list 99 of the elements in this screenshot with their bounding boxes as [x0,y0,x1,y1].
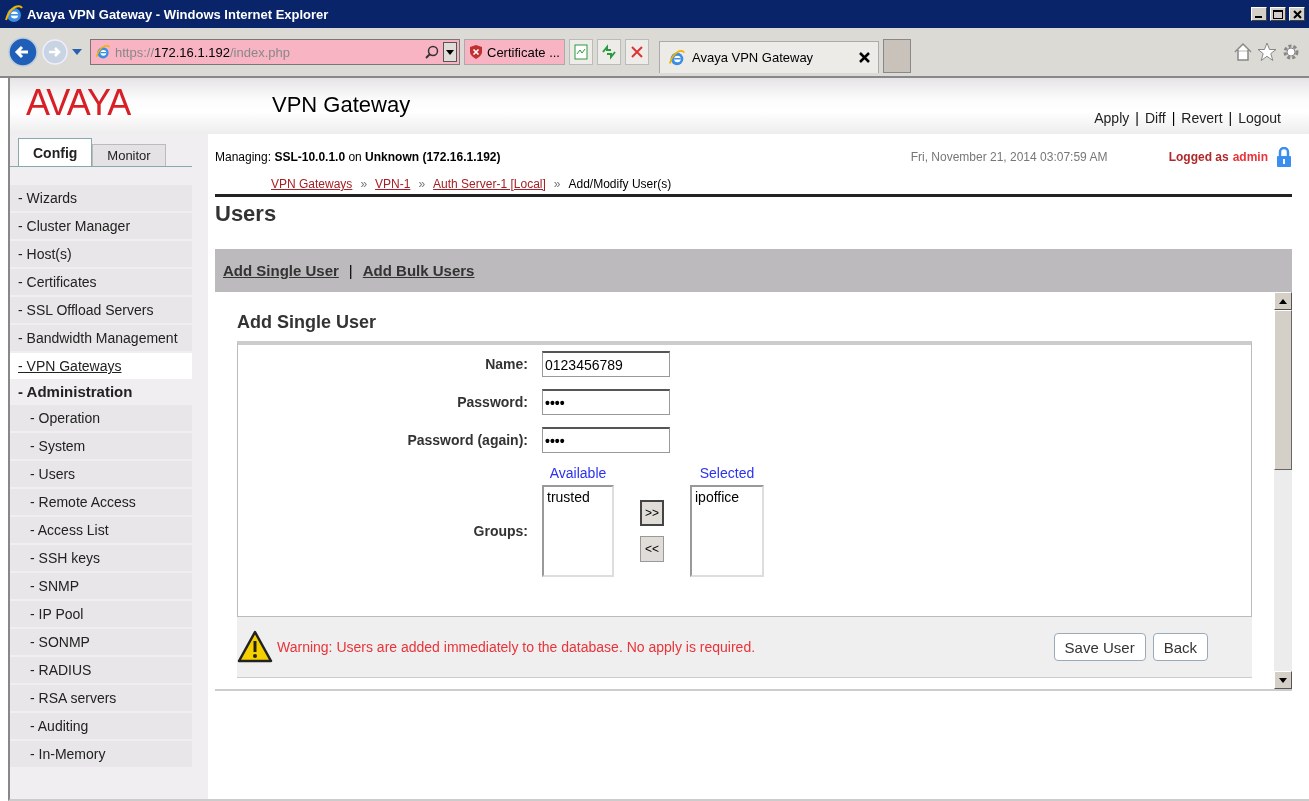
new-tab-button[interactable] [882,39,911,73]
page-title: Users [215,201,278,228]
separator: | [1135,110,1139,126]
field-label: Name: [484,356,528,372]
sidebar-item[interactable]: - SONMP [10,629,192,655]
link[interactable]: Logout [1238,110,1281,126]
sidebar-item[interactable]: - Remote Access [10,489,192,515]
sidebar-item[interactable]: - Administration [10,381,192,403]
link[interactable]: Diff [1144,110,1166,126]
up-arrow-icon[interactable] [1279,298,1287,304]
maximize-button[interactable] [1270,7,1286,21]
star-icon[interactable] [1257,42,1277,62]
sidebar-item[interactable]: - System [10,433,192,459]
browser-tab[interactable]: Avaya VPN Gateway [658,41,879,73]
sidebar-item[interactable]: - Users [10,461,192,487]
link[interactable]: Add Single User [223,262,339,279]
sidebar-item[interactable]: - Bandwidth Management [10,325,192,351]
sidebar-item[interactable]: - SSH keys [10,545,192,571]
sidebar-tab[interactable]: Monitor [92,144,166,166]
shield-icon [469,44,483,60]
list-option[interactable]: ipoffice [695,489,759,505]
down-arrow-icon[interactable] [1279,677,1287,683]
separator: | [1228,110,1233,126]
managing-text: Managing: SSL-10.0.1.0 on Unknown (172.16.1.192) [215,150,502,164]
sidebar-item[interactable]: - IP Pool [10,601,192,627]
separator: » [360,177,368,191]
sidebar-item[interactable]: - VPN Gateways [10,353,192,379]
link[interactable]: Auth Server-1 [Local] [433,177,546,191]
sidebar-item[interactable]: - In-Memory [10,741,192,767]
minimize-button[interactable] [1251,7,1267,21]
close-icon[interactable] [858,52,870,63]
section-title: Add Single User [237,312,378,333]
page-icon [95,44,111,60]
page-icon [667,48,686,67]
form-button[interactable]: Back [1152,633,1208,661]
certificate-error-button[interactable]: Certificate ... [464,39,565,65]
scrollbar[interactable] [1274,292,1292,689]
sidebar-item[interactable]: - Operation [10,405,192,431]
field-label: Password: [456,394,528,410]
current-page-label: Add/Modify User(s) [568,177,672,191]
separator: » [418,177,426,191]
link[interactable]: Add Bulk Users [362,262,475,279]
name-field[interactable]: 0123456789 [542,351,670,377]
settings-icon[interactable] [1281,42,1301,62]
sidebar-item[interactable]: - SNMP [10,573,192,599]
field-label: Password (again): [406,432,528,448]
separator: | [348,262,353,279]
dropdown-icon[interactable] [443,42,457,62]
date-time-text: Fri, November 21, 2014 03:07:59 AM [910,150,1109,164]
link[interactable]: Apply [1094,110,1130,126]
sidebar-item[interactable]: - SSL Offload Servers [10,297,192,323]
home-icon[interactable] [1233,42,1253,62]
logo: AVAYA [26,82,132,124]
sidebar-item[interactable]: - RADIUS [10,657,192,683]
sidebar-tab[interactable]: Config [18,138,93,166]
address-field[interactable]: https://172.16.1.192/index.php [90,39,460,65]
product-title: VPN Gateway [272,92,412,118]
search-icon[interactable] [425,45,439,59]
maximize-icon [1273,9,1283,19]
separator: | [1171,110,1176,126]
link[interactable]: VPN-1 [375,177,411,191]
dropdown-caret-icon[interactable] [72,49,82,55]
close-icon [630,46,643,58]
separator: » [553,177,561,191]
window-title: Avaya VPN Gateway - Windows Internet Explorer [27,6,330,22]
password-field[interactable]: •••• [542,427,670,453]
selected-groups-list[interactable]: ipoffice [690,485,764,577]
available-groups-list[interactable]: trusted [542,485,614,577]
list-heading: Selected [698,465,756,481]
back-button[interactable] [8,37,38,67]
close-icon [1292,9,1302,19]
warning-text: Warning: Users are added immediately to the database. No apply is required. [277,639,757,655]
username-text: admin [1232,150,1268,164]
stop-button[interactable] [624,39,649,65]
list-heading: Available [548,465,608,481]
sidebar-item[interactable]: - Access List [10,517,192,543]
sidebar-item[interactable]: - Auditing [10,713,192,739]
password-field[interactable]: •••• [542,389,670,415]
close-button[interactable] [1289,7,1305,21]
field-label: Groups: [472,523,528,539]
sidebar-item[interactable]: - Host(s) [10,241,192,267]
form-button[interactable]: Save User [1053,633,1146,661]
browser-logo-icon [4,4,24,24]
url-text: https://172.16.1.192/index.php [115,44,291,60]
lock-icon [1276,147,1292,167]
refresh-button[interactable] [596,39,621,65]
link[interactable]: VPN Gateways [271,177,353,191]
logged-in-label: Logged as [1168,150,1229,164]
sidebar-item[interactable]: - Cluster Manager [10,213,192,239]
warning-icon [237,630,273,664]
sidebar-item[interactable]: - Wizards [10,185,192,211]
sidebar-item[interactable]: - Certificates [10,269,192,295]
list-option[interactable]: trusted [547,489,609,505]
remove-group-button[interactable]: << [640,536,664,562]
refresh-icon [600,44,617,60]
add-group-button[interactable]: >> [640,500,664,526]
page-icon [573,44,588,60]
link[interactable]: Revert [1181,110,1223,126]
sidebar-item[interactable]: - RSA servers [10,685,192,711]
